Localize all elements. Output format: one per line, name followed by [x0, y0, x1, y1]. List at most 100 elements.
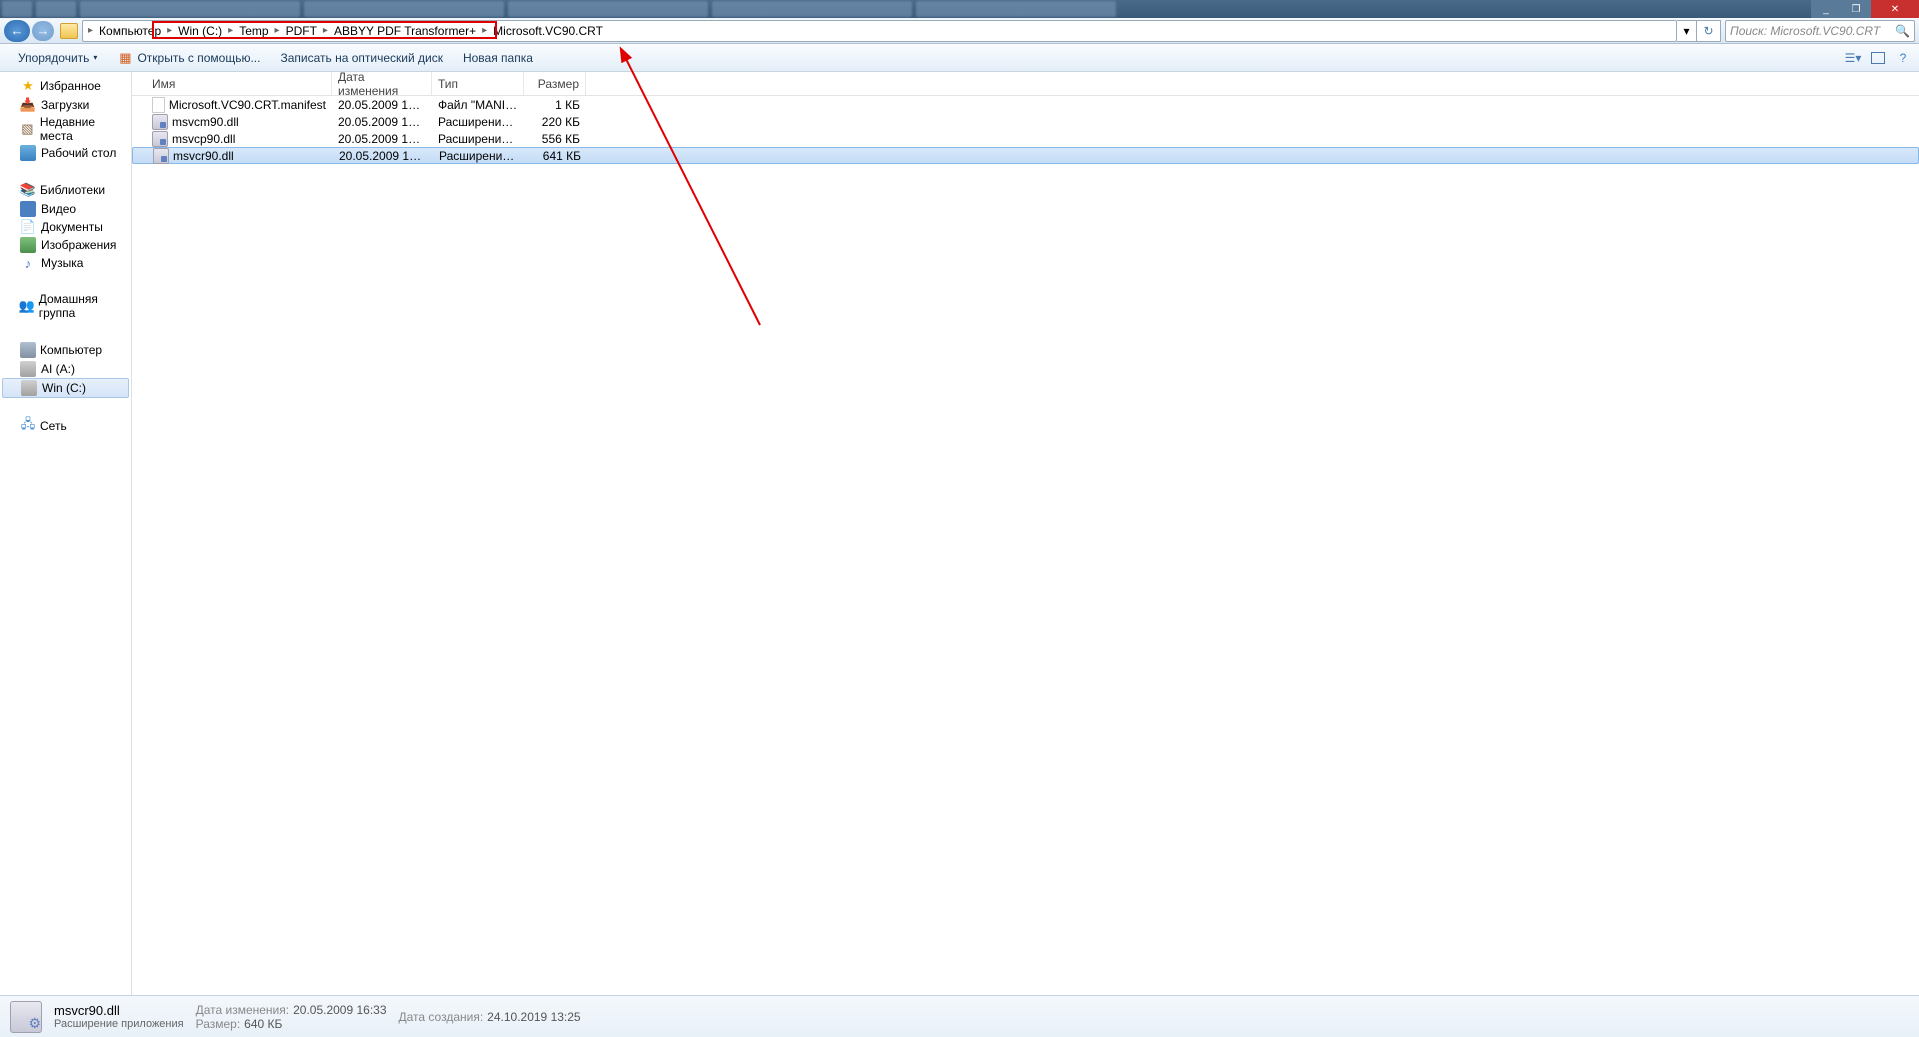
file-date: 20.05.2009 16:33 [332, 115, 432, 129]
chevron-icon[interactable]: ▸ [164, 25, 175, 36]
view-options-icon[interactable]: ☰▾ [1845, 50, 1861, 66]
help-icon[interactable]: ? [1895, 50, 1911, 66]
sidebar-item-video[interactable]: Видео [0, 200, 131, 218]
sidebar-favorites-label: Избранное [40, 79, 101, 93]
downloads-icon: 📥 [20, 97, 36, 113]
search-icon[interactable]: 🔍 [1895, 24, 1910, 38]
window-controls: _ ❐ ✕ [1811, 0, 1919, 18]
file-row[interactable]: msvcp90.dll20.05.2009 16:33Расширение пр… [132, 130, 1919, 147]
organize-button[interactable]: Упорядочить ▾ [8, 44, 107, 71]
sidebar-item-label: Изображения [41, 238, 116, 252]
details-datecreated-value: 24.10.2019 13:25 [487, 1010, 580, 1024]
details-size-label: Размер: [196, 1017, 241, 1031]
sidebar-network-header[interactable]: 🖧 Сеть [0, 416, 131, 436]
forward-button[interactable]: → [32, 21, 54, 41]
maximize-button[interactable]: ❐ [1841, 0, 1871, 18]
chevron-icon[interactable]: ▸ [272, 25, 283, 36]
sidebar-homegroup-header[interactable]: 👥 Домашняя группа [0, 290, 131, 322]
back-button[interactable]: ← [4, 20, 30, 42]
column-size[interactable]: Размер [524, 72, 586, 95]
tab-blur[interactable] [304, 1, 504, 17]
organize-label: Упорядочить [18, 51, 89, 65]
burn-button[interactable]: Записать на оптический диск [270, 44, 453, 71]
open-icon: ▦ [117, 50, 133, 66]
close-button[interactable]: ✕ [1871, 0, 1919, 18]
sidebar-item-label: Загрузки [41, 98, 89, 112]
sidebar-item-documents[interactable]: 📄 Документы [0, 218, 131, 236]
open-with-button[interactable]: ▦ Открыть с помощью... [107, 44, 270, 71]
crumb-current[interactable]: Microsoft.VC90.CRT [490, 21, 606, 41]
file-name: msvcr90.dll [173, 149, 234, 163]
details-datemod-value: 20.05.2009 16:33 [293, 1003, 386, 1017]
sidebar-item-label: Рабочий стол [41, 146, 116, 160]
preview-pane-icon[interactable] [1871, 52, 1885, 64]
file-icon [152, 114, 168, 130]
column-name[interactable]: Имя [132, 72, 332, 95]
libraries-icon: 📚 [20, 182, 36, 198]
tab-blur[interactable] [712, 1, 912, 17]
star-icon: ★ [20, 78, 36, 94]
file-row[interactable]: Microsoft.VC90.CRT.manifest 20.05.2009 16… [132, 96, 1919, 113]
file-date: 20.05.2009 16:33 [332, 132, 432, 146]
file-name: Microsoft.VC90.CRT.manifest [169, 98, 326, 112]
sidebar-item-desktop[interactable]: Рабочий стол [0, 144, 131, 162]
sidebar-item-downloads[interactable]: 📥 Загрузки [0, 96, 131, 114]
documents-icon: 📄 [20, 219, 36, 235]
file-row[interactable]: msvcr90.dll20.05.2009 16:33Расширение пр… [132, 147, 1919, 164]
search-placeholder: Поиск: Microsoft.VC90.CRT [1730, 24, 1880, 38]
chevron-icon[interactable]: ▸ [479, 25, 490, 36]
column-type[interactable]: Тип [432, 72, 524, 95]
toolbar: Упорядочить ▾ ▦ Открыть с помощью... Зап… [0, 44, 1919, 72]
file-name: msvcp90.dll [172, 132, 235, 146]
details-filename: msvcr90.dll [54, 1003, 184, 1018]
file-type: Расширение при... [433, 149, 525, 163]
sidebar-item-recent[interactable]: ▧Недавние места [0, 114, 131, 144]
sidebar-item-label: Документы [41, 220, 103, 234]
drive-icon [20, 361, 36, 377]
file-date: 20.05.2009 16:33 [332, 98, 432, 112]
sidebar-item-drive-a[interactable]: AI (A:) [0, 360, 131, 378]
file-list: Имя Дата изменения Тип Размер Microsoft.… [132, 72, 1919, 995]
folder-icon [60, 23, 78, 39]
crumb-pdft[interactable]: PDFT [283, 21, 320, 41]
sidebar-item-label: AI (A:) [41, 362, 75, 376]
sidebar-computer-label: Компьютер [40, 343, 102, 357]
chevron-icon[interactable]: ▸ [85, 25, 96, 36]
crumb-drive[interactable]: Win (C:) [175, 21, 225, 41]
sidebar-libraries-header[interactable]: 📚 Библиотеки [0, 180, 131, 200]
computer-icon [20, 342, 36, 358]
chevron-icon[interactable]: ▸ [320, 25, 331, 36]
minimize-button[interactable]: _ [1811, 0, 1841, 18]
details-datemod-label: Дата изменения: [196, 1003, 290, 1017]
file-row[interactable]: msvcm90.dll20.05.2009 16:33Расширение пр… [132, 113, 1919, 130]
network-icon: 🖧 [20, 418, 36, 434]
sidebar-item-images[interactable]: Изображения [0, 236, 131, 254]
sidebar-favorites-header[interactable]: ★ Избранное [0, 76, 131, 96]
sidebar-item-music[interactable]: ♪Музыка [0, 254, 131, 272]
crumb-temp[interactable]: Temp [236, 21, 271, 41]
homegroup-icon: 👥 [19, 298, 35, 314]
file-name: msvcm90.dll [172, 115, 239, 129]
column-date[interactable]: Дата изменения [332, 72, 432, 95]
address-dropdown[interactable]: ▾ [1677, 20, 1697, 42]
navigation-pane: ★ Избранное 📥 Загрузки ▧Недавние места Ра… [0, 72, 132, 995]
tab-blur[interactable] [36, 1, 76, 17]
browser-tabs-bar: _ ❐ ✕ [0, 0, 1919, 18]
tab-blur[interactable] [2, 1, 32, 17]
new-folder-button[interactable]: Новая папка [453, 44, 543, 71]
drive-icon [21, 380, 37, 396]
crumb-abbyy[interactable]: ABBYY PDF Transformer+ [331, 21, 479, 41]
tab-blur[interactable] [80, 1, 300, 17]
search-input[interactable]: Поиск: Microsoft.VC90.CRT 🔍 [1725, 20, 1915, 42]
file-icon [153, 148, 169, 164]
sidebar-libraries-label: Библиотеки [40, 183, 105, 197]
chevron-icon[interactable]: ▸ [225, 25, 236, 36]
sidebar-computer-header[interactable]: Компьютер [0, 340, 131, 360]
crumb-computer[interactable]: Компьютер [96, 21, 164, 41]
tab-blur[interactable] [916, 1, 1116, 17]
sidebar-item-drive-c[interactable]: Win (C:) [2, 378, 129, 398]
refresh-button[interactable]: ↻ [1697, 20, 1721, 42]
file-size: 220 КБ [524, 115, 586, 129]
breadcrumb[interactable]: ▸ Компьютер ▸ Win (C:) ▸ Temp ▸ PDFT ▸ A… [82, 20, 1677, 42]
tab-blur[interactable] [508, 1, 708, 17]
